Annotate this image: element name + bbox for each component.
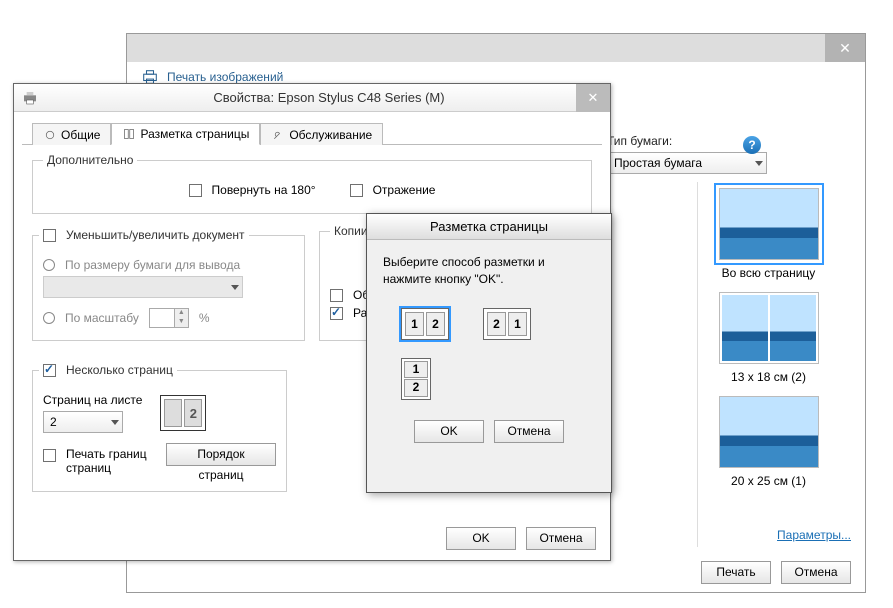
group-multi-pages: Несколько страниц Страниц на листе 2 2 П… [32, 359, 287, 492]
multi-pages-checkbox[interactable]: Несколько страниц [43, 363, 173, 377]
tab-service[interactable]: Обслуживание [260, 123, 383, 145]
cancel-button[interactable]: Отмена [781, 561, 851, 584]
layout-templates-strip[interactable]: Во всю страницу 13 x 18 см (2) 20 x 25 с… [697, 182, 839, 547]
print-borders-checkbox[interactable]: Печать границ страниц [43, 447, 156, 475]
group-scale: Уменьшить/увеличить документ По размеру … [32, 224, 305, 341]
order-option-21[interactable]: 2 1 [483, 308, 531, 340]
cancel-button[interactable]: Отмена [494, 420, 564, 443]
order-option-12[interactable]: 1 2 [401, 308, 449, 340]
scale-spinner: ▲▼ [149, 308, 189, 328]
close-button[interactable]: ✕ [825, 34, 865, 62]
paper-type-value: Простая бумага [614, 156, 702, 170]
layout-label: 20 x 25 см (1) [702, 474, 835, 488]
ok-button[interactable]: OK [414, 420, 484, 443]
group-extra-legend: Дополнительно [43, 153, 137, 167]
fit-paper-radio[interactable]: По размеру бумаги для вывода [43, 258, 294, 272]
close-button[interactable]: ✕ [576, 84, 610, 112]
cancel-button[interactable]: Отмена [526, 527, 596, 550]
rotate-180-checkbox[interactable]: Повернуть на 180° [189, 183, 316, 197]
layout-thumb [719, 396, 819, 468]
tab-general[interactable]: Общие [32, 123, 111, 145]
order-body: Выберите способ разметки и нажмите кнопк… [367, 240, 611, 457]
print-button[interactable]: Печать [701, 561, 771, 584]
layout-thumb [719, 292, 819, 364]
props-title: Свойства: Epson Stylus C48 Series (M) [48, 90, 610, 105]
ok-button[interactable]: OK [446, 527, 516, 550]
order-msg: Выберите способ разметки и нажмите кнопк… [383, 254, 595, 288]
multi-page-preview: 2 [160, 395, 206, 431]
layout-icon [122, 128, 136, 140]
layout-full-page[interactable]: Во всю страницу [702, 188, 835, 280]
wrench-icon [271, 129, 285, 141]
print-title: Печать изображений [167, 70, 283, 84]
layout-label: Во всю страницу [702, 266, 835, 280]
pages-per-sheet-select[interactable]: 2 [43, 411, 123, 433]
tabs: Общие Разметка страницы Обслуживание [22, 116, 602, 145]
gear-icon [43, 129, 57, 141]
layout-thumb [719, 188, 819, 260]
printer-icon [22, 91, 38, 105]
by-scale-radio[interactable]: По масштабу ▲▼ % [43, 308, 294, 328]
chevron-down-icon [755, 161, 763, 166]
mirror-checkbox[interactable]: Отражение [350, 183, 436, 197]
help-icon[interactable]: ? [743, 136, 761, 154]
scale-document-checkbox[interactable]: Уменьшить/увеличить документ [43, 228, 245, 242]
group-extra: Дополнительно Повернуть на 180° Отражени… [32, 153, 592, 214]
tab-layout[interactable]: Разметка страницы [111, 123, 260, 145]
print-titlebar: ✕ [127, 34, 865, 62]
pages-per-sheet-label: Страниц на листе [43, 393, 142, 407]
params-link[interactable]: Параметры... [777, 528, 851, 542]
layout-label: 13 x 18 см (2) [702, 370, 835, 384]
page-order-button[interactable]: Порядок страниц [166, 443, 276, 466]
printer-icon [141, 70, 159, 84]
props-titlebar: Свойства: Epson Stylus C48 Series (M) ✕ [14, 84, 610, 112]
page-order-dialog: Разметка страницы Выберите способ размет… [366, 213, 612, 493]
layout-13x18[interactable]: 13 x 18 см (2) [702, 292, 835, 384]
layout-20x25[interactable]: 20 x 25 см (1) [702, 396, 835, 488]
order-option-vertical[interactable]: 1 2 [401, 358, 431, 400]
paper-type-select[interactable]: Простая бумага [607, 152, 767, 174]
output-paper-select [43, 276, 243, 298]
chevron-down-icon [111, 420, 119, 425]
order-titlebar: Разметка страницы [367, 214, 611, 240]
